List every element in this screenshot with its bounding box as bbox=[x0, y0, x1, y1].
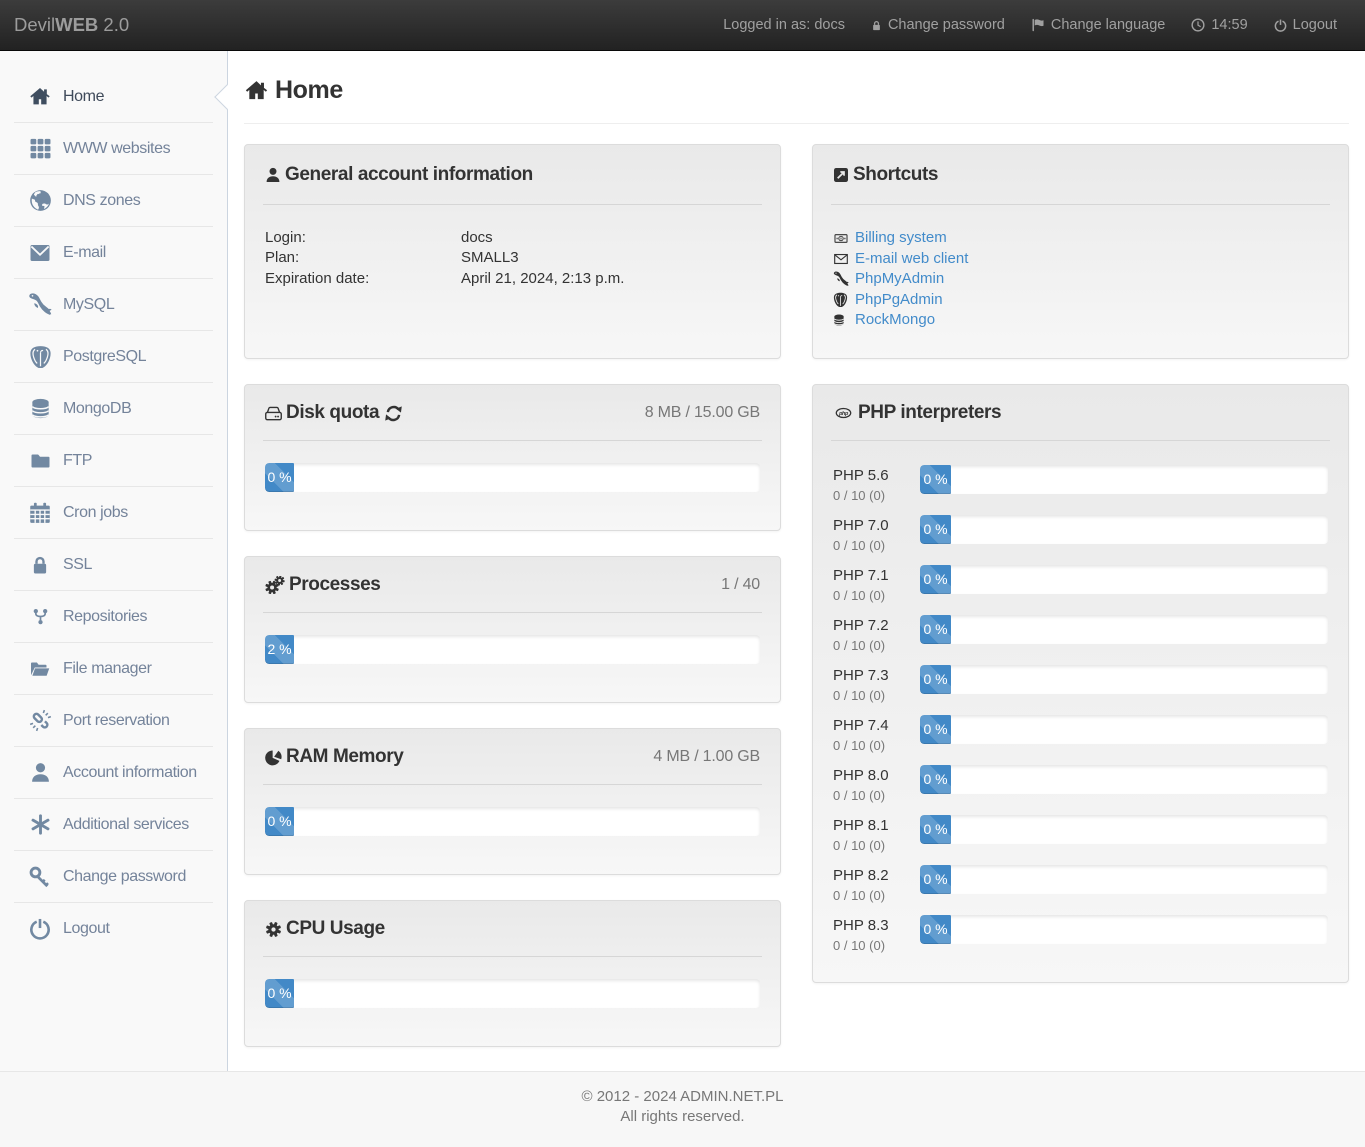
svg-text:php: php bbox=[838, 411, 849, 417]
